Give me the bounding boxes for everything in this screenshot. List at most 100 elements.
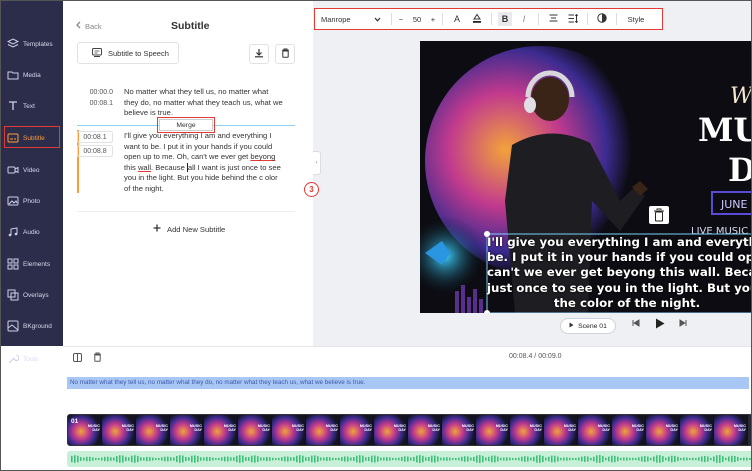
entry-times: 00:08.1 00:08.8 [77,131,113,159]
thumbnail-title: MUSIC DAY [291,424,304,433]
scene-selector[interactable]: Scene 01 [560,318,616,334]
sidebar-item-bkground[interactable]: BKground [1,314,63,338]
italic-button[interactable]: I [514,9,534,29]
speech-icon [92,47,102,59]
folder-icon [7,69,19,81]
split-button[interactable] [73,353,82,364]
svg-text:JUNE: JUNE [720,198,748,211]
sidebar-item-photo[interactable]: Photo [1,189,63,213]
align-button[interactable] [543,9,563,29]
sidebar-item-overlays[interactable]: Overlays [1,283,63,307]
sidebar-item-templates[interactable]: Templates [1,32,63,56]
thumbnail-title: MUSIC DAY [495,424,508,433]
list-separator [77,211,295,212]
sidebar-item-tools[interactable]: Tools [1,347,63,371]
video-thumbnail: MUSIC DAY [476,415,510,445]
next-scene-button[interactable] [679,319,687,329]
timeline-delete-button[interactable] [93,352,102,364]
thumbnail-title: MUSIC DAY [359,424,372,433]
size-increase-button[interactable]: + [428,9,438,29]
sidebar-item-audio[interactable]: Audio [1,220,63,244]
video-thumbnail: MUSIC DAY [408,415,442,445]
align-center-icon [549,14,558,24]
line-spacing-icon [568,13,579,25]
thumbnail-title: MUSIC DAY [393,424,406,433]
sidebar-item-label: Text [23,102,35,110]
size-decrease-button[interactable]: − [396,9,406,29]
sidebar-item-text[interactable]: Text [1,94,63,118]
style-button[interactable]: Style [621,9,651,29]
subtitle-line: be. I put it in your hands if you could … [487,250,751,265]
thumbnail-title: MUSIC DAY [87,424,100,433]
opacity-button[interactable] [592,9,612,29]
video-thumbnail: MUSIC DAY [510,415,544,445]
video-thumbnail: MUSIC DAY [578,415,612,445]
subtitle-line: can't we ever get beyong this wall. Beca… [487,265,752,280]
font-name: Manrope [321,14,351,24]
start-time[interactable]: 00:08.1 [77,131,113,143]
start-time[interactable]: 00:00.0 [77,87,113,98]
thumbnail-title: MUSIC DAY [563,424,576,433]
thumbnail-title: MUSIC DAY [461,424,474,433]
timeline-subtitle-clip[interactable]: No matter what they tell us, no matter w… [67,377,749,389]
add-subtitle-label: Add New Subtitle [167,224,226,234]
sidebar-item-label: Video [23,166,40,174]
sidebar-item-label: Audio [23,228,40,236]
thumbnail-title: MUSIC DAY [325,424,338,433]
scene-label: Scene 01 [578,322,607,330]
sidebar-item-label: Elements [23,260,51,268]
separator [616,13,617,25]
font-size-field[interactable]: 50 [406,9,428,29]
chevron-left-icon [75,21,82,31]
sidebar-nav: Templates Media Text Subtitle Video Photo Audi… [1,1,63,364]
download-button[interactable] [249,44,269,64]
subtitle-overlay[interactable]: I'll give you everything I am and everyt… [487,235,752,311]
highlight-color-button[interactable] [467,9,487,29]
collapse-panel-handle[interactable]: ‹ [313,151,321,175]
panel-title: Subtitle [171,20,210,32]
sidebar-item-label: Overlays [23,291,49,299]
bold-icon: B [501,14,509,24]
video-preview[interactable]: W MU D JUNE LIVE MUSIC I'll give you eve… [420,41,752,313]
end-time[interactable]: 00:08.1 [77,98,113,109]
video-thumbnail: MUSIC DAY [714,415,748,445]
sidebar-item-elements[interactable]: Elements [1,252,63,276]
sidebar-item-label: BKground [23,322,52,330]
delete-button[interactable] [275,44,295,64]
subtitle-text[interactable]: I'll give you everything I am and everyt… [124,131,284,195]
opacity-icon [597,13,607,25]
thumbnail-title: MUSIC DAY [529,424,542,433]
overlays-icon [7,289,19,301]
add-subtitle-button[interactable]: Add New Subtitle [153,224,225,234]
previous-scene-button[interactable] [632,319,640,329]
fill-color-icon [472,13,482,25]
timeline-audio-track[interactable] [67,451,751,467]
video-thumbnail: MUSIC DAY [612,415,646,445]
music-icon [7,226,19,238]
subtitle-text[interactable]: No matter what they tell us, no matter w… [124,87,284,119]
thumbnail-strip: MUSIC DAY MUSIC DAY MUSIC DAY MUSIC DAY MUSI… [68,415,751,445]
subtitle-line: just once to see you in the light. But y… [487,280,752,295]
subtitle-to-speech-button[interactable]: Subtitle to Speech [77,42,179,64]
end-time[interactable]: 00:08.8 [77,145,113,157]
clip-number: 01 [71,418,79,425]
text-icon [7,100,19,112]
timeline-video-track[interactable]: MUSIC DAY MUSIC DAY MUSIC DAY MUSIC DAY MUSI… [67,414,751,446]
font-select[interactable]: Manrope [315,9,387,29]
sidebar-item-label: Tools [23,355,39,363]
text-color-button[interactable]: A [447,9,467,29]
play-button[interactable] [655,318,665,331]
bold-button[interactable]: B [498,12,512,26]
spacing-button[interactable] [563,9,583,29]
chevron-left-icon: ‹ [315,160,318,166]
text-color-icon: A [453,14,460,24]
thumbnail-title: MUSIC DAY [257,424,270,433]
timeline-toolbar [63,346,751,368]
back-button[interactable]: Back [75,21,102,31]
sidebar-item-media[interactable]: Media [1,63,63,87]
thumbnail-title: MUSIC DAY [699,424,712,433]
video-thumbnail: MUSIC DAY [340,415,374,445]
svg-text:D: D [728,151,752,189]
sidebar-item-video[interactable]: Video [1,158,63,182]
thumbnail-title: MUSIC DAY [427,424,440,433]
